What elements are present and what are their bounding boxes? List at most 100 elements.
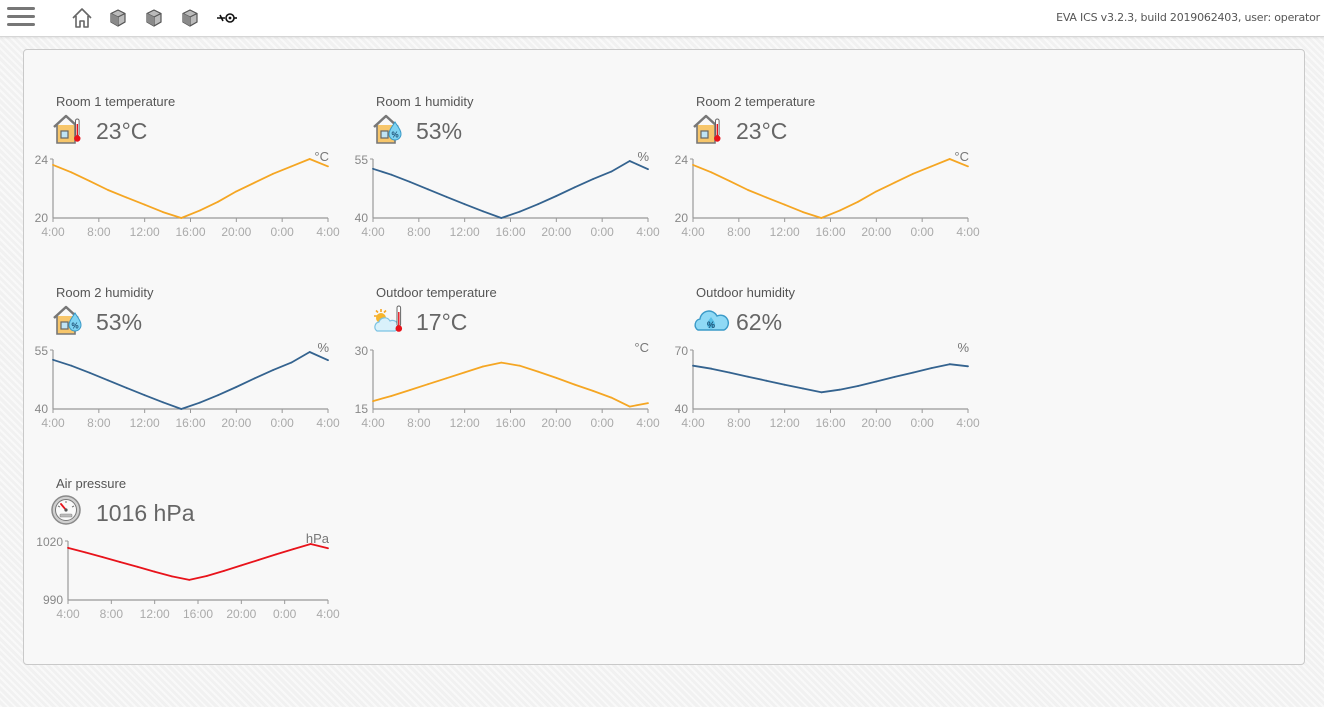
x-tick-label: 0:00: [590, 225, 614, 239]
x-tick-label: 4:00: [316, 607, 340, 621]
widget-title: Outdoor humidity: [696, 285, 795, 300]
data-point: [930, 367, 933, 369]
data-point: [967, 165, 969, 168]
data-point: [292, 548, 295, 550]
data-point: [537, 370, 539, 373]
unit-label: %: [637, 149, 649, 164]
data-point: [802, 387, 804, 390]
data-point: [290, 361, 293, 364]
home-icon[interactable]: [70, 7, 94, 29]
data-point: [463, 371, 466, 374]
unit-label: %: [957, 340, 969, 355]
x-tick-label: 20:00: [221, 416, 251, 430]
x-tick-label: 4:00: [316, 225, 340, 239]
series-line: [692, 363, 969, 394]
x-tick-label: 8:00: [407, 225, 431, 239]
series-line: [52, 158, 329, 219]
x-tick-label: 0:00: [910, 225, 934, 239]
house-thermometer-icon: [691, 112, 725, 151]
data-point: [875, 190, 878, 193]
widget-chart: 10209904:00 8:00 12:00 16:00 20:00 0:00 4:00hP…: [36, 531, 340, 621]
data-point: [948, 363, 951, 366]
data-point: [912, 371, 914, 374]
y-tick-label: 24: [35, 153, 49, 167]
data-point: [482, 210, 484, 213]
widget-chart: 24204:00 8:00 12:00 16:00 20:00 0:00 4:00°C: [675, 149, 980, 239]
y-tick-label: 55: [35, 344, 49, 358]
data-point: [857, 385, 859, 387]
x-tick-label: 4:00: [636, 225, 660, 239]
data-point: [592, 178, 594, 180]
x-tick-label: 20:00: [541, 416, 571, 430]
data-point: [592, 390, 594, 392]
data-point: [188, 579, 191, 581]
widget-title: Outdoor temperature: [376, 285, 497, 300]
data-point: [180, 217, 183, 219]
x-tick-label: 16:00: [815, 416, 845, 430]
widget-outdoor-humidity: Outdoor humidity % 62% 70 40 4:00 8:00 12:00…: [664, 285, 980, 465]
data-point: [125, 196, 128, 199]
data-point: [88, 371, 91, 374]
x-tick-label: 8:00: [87, 416, 111, 430]
widget-value: 23°C: [96, 118, 148, 144]
menu-icon[interactable]: [7, 7, 35, 29]
x-tick-label: 8:00: [727, 416, 751, 430]
x-tick-label: 20:00: [221, 225, 251, 239]
x-tick-label: 4:00: [41, 416, 65, 430]
data-point: [143, 203, 146, 206]
data-point: [628, 405, 631, 408]
data-point: [309, 543, 312, 545]
data-point: [710, 171, 713, 174]
data-point: [482, 365, 484, 368]
widget-room2-humidity: Room 2 humidity % 53% 55 40 4:00 8:00 12:00 1…: [24, 285, 340, 465]
widget-value: 23°C: [736, 118, 788, 144]
widget-value: 62%: [736, 309, 783, 335]
data-point: [390, 173, 393, 176]
x-tick-label: 4:00: [361, 225, 385, 239]
sensor-icon[interactable]: [215, 7, 239, 29]
widget-room1-humidity: Room 1 humidity % 53% 55 40 4:00 8:00 12:00 1…: [344, 94, 660, 274]
data-point: [107, 379, 109, 382]
data-point: [692, 164, 694, 166]
x-tick-label: 8:00: [727, 225, 751, 239]
x-tick-label: 20:00: [861, 225, 891, 239]
cube-icon[interactable]: [107, 7, 131, 29]
data-point: [235, 386, 238, 388]
y-tick-label: 55: [355, 153, 369, 167]
y-tick-label: 30: [355, 344, 369, 358]
widget-room2-temperature: Room 2 temperature 23°C 24 20 4:00 8:00 12:0…: [664, 94, 980, 274]
data-point: [573, 186, 576, 189]
data-point: [610, 170, 613, 173]
y-tick-label: 990: [43, 593, 63, 607]
data-point: [647, 402, 649, 404]
cube-icon[interactable]: [179, 7, 203, 29]
data-point: [427, 383, 429, 386]
series-line: [692, 158, 969, 219]
data-point: [573, 383, 576, 386]
x-tick-label: 0:00: [590, 416, 614, 430]
data-point: [518, 210, 521, 213]
x-tick-label: 8:00: [100, 607, 124, 621]
data-point: [628, 160, 631, 162]
data-point: [327, 547, 329, 550]
widget-room1-temperature: Room 1 temperature 23°C 24 20 4:00 8:00 12:0…: [24, 94, 340, 274]
widget-title: Room 1 temperature: [56, 94, 176, 109]
x-tick-label: 0:00: [910, 416, 934, 430]
data-point: [500, 361, 503, 364]
widget-title: Room 1 humidity: [376, 94, 474, 109]
data-point: [518, 364, 521, 367]
data-point: [70, 364, 73, 367]
x-tick-label: 12:00: [450, 416, 480, 430]
data-point: [70, 171, 73, 174]
x-tick-label: 16:00: [183, 607, 213, 621]
data-point: [710, 367, 713, 370]
widget-air-pressure: Air pressure 1016 hPa 1020 990 4:00 8:00 12:…: [24, 476, 340, 656]
data-point: [802, 211, 804, 213]
data-point: [747, 375, 749, 378]
x-tick-label: 16:00: [495, 225, 525, 239]
data-point: [372, 400, 374, 402]
x-tick-label: 16:00: [815, 225, 845, 239]
x-tick-label: 12:00: [140, 607, 170, 621]
cube-icon[interactable]: [143, 7, 167, 29]
widget-outdoor-temperature: Outdoor temperature 17°C 30 15 4:00 8:00 12:…: [344, 285, 660, 465]
